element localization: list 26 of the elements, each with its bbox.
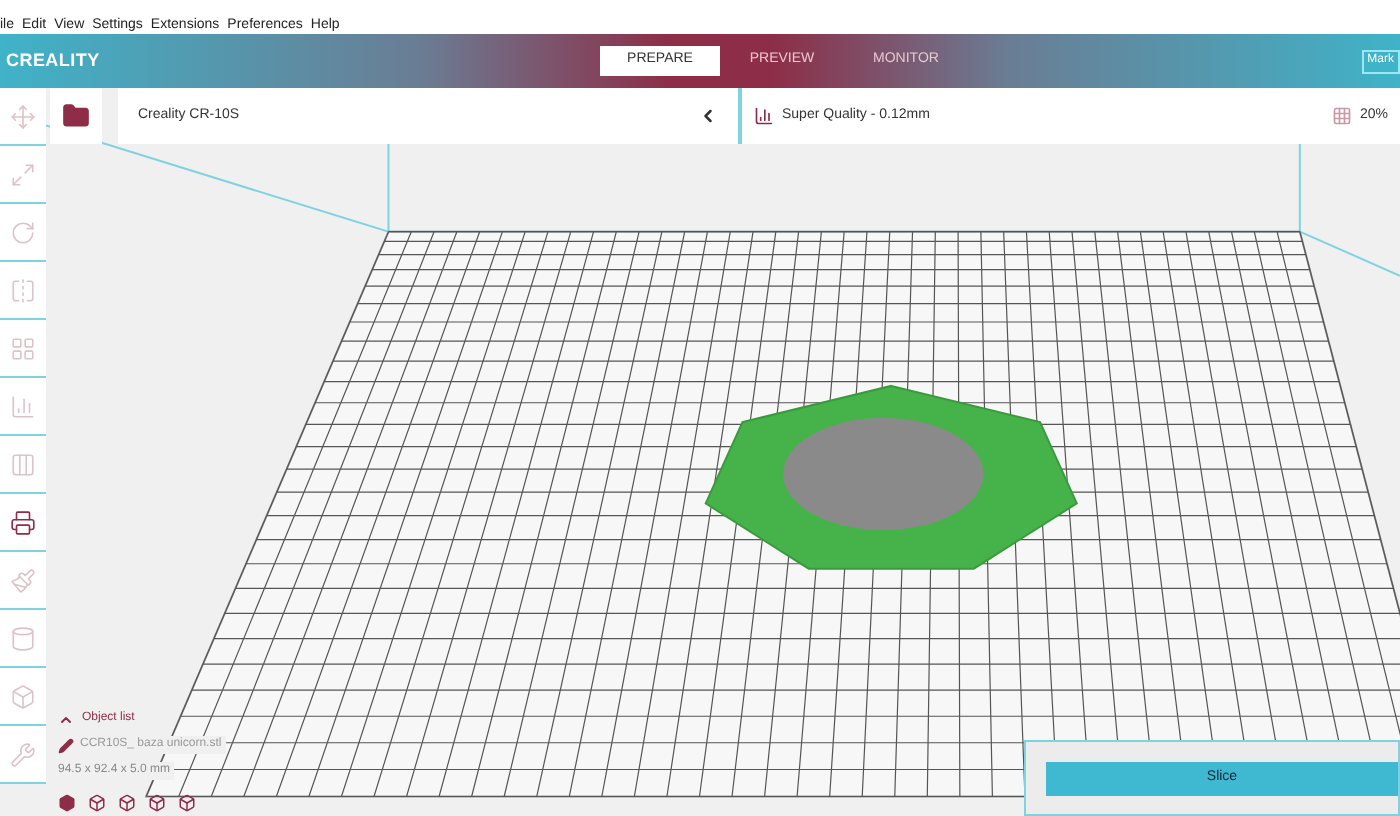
bars-icon <box>10 393 36 419</box>
chevron-icon <box>698 106 718 126</box>
mirror-icon <box>10 277 36 303</box>
printer-icon <box>10 509 36 535</box>
view-icon <box>58 794 76 812</box>
grid-icon <box>10 335 36 361</box>
brush-icon <box>10 567 36 593</box>
open-file-button[interactable] <box>50 88 102 144</box>
wrench-icon <box>10 741 36 767</box>
box-icon <box>10 683 36 709</box>
cylinder-icon <box>10 625 36 651</box>
tool-button[interactable] <box>0 494 46 552</box>
columns-icon <box>10 451 36 477</box>
scale-icon <box>10 161 36 187</box>
view-icon <box>178 794 196 812</box>
profile-icon <box>754 106 774 126</box>
infill-icon <box>1331 106 1352 126</box>
view-icon <box>148 794 166 812</box>
logo: CREALITY <box>4 47 102 74</box>
pencil-icon <box>58 737 74 753</box>
view-icon <box>118 794 136 812</box>
rotate-icon <box>10 219 36 245</box>
move-icon <box>10 103 36 129</box>
folder-icon <box>62 102 90 130</box>
view-icon <box>88 794 106 812</box>
caret-icon <box>58 711 74 727</box>
